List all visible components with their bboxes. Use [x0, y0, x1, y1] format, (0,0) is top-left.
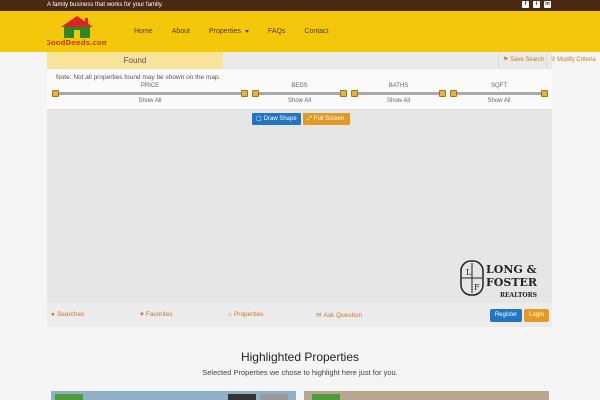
- user-icon: ●: [51, 311, 55, 318]
- baths-filter: BATHS Show All: [350, 83, 447, 105]
- nav-contact-label: Contact: [304, 28, 329, 35]
- favorites-label: Favorites: [145, 311, 173, 318]
- found-count: Found: [47, 52, 223, 69]
- nav-about[interactable]: About: [172, 28, 190, 35]
- property-status-badge: [312, 394, 340, 400]
- highlighted-subtitle: Selected Properties we chose to highligh…: [202, 368, 398, 377]
- facebook-icon[interactable]: f: [522, 1, 529, 8]
- sqft-value: Show All: [487, 98, 511, 104]
- heart-icon: ♥: [140, 311, 144, 318]
- chat-icon: ✉: [316, 312, 322, 319]
- gooddeeds-logo[interactable]: GoodDeeds.com: [47, 14, 107, 48]
- searches-link[interactable]: ● Searches: [51, 311, 84, 318]
- register-button[interactable]: Register: [490, 309, 522, 322]
- social-links: f t in: [522, 1, 551, 8]
- price-filter: PRICE Show All: [51, 83, 249, 105]
- linkedin-icon[interactable]: in: [544, 1, 551, 8]
- beds-max-handle[interactable]: [340, 90, 347, 97]
- ask-question-link[interactable]: ✉ Ask Question: [316, 311, 363, 320]
- nav-menu: Home About Properties FAQs Contact: [134, 28, 348, 35]
- property-card[interactable]: [51, 391, 296, 400]
- nav-contact[interactable]: Contact: [304, 28, 328, 35]
- price-label: PRICE: [140, 83, 160, 89]
- action-bar: ● Searches ♥ Favorites ⌂ Properties ✉ As…: [47, 303, 552, 327]
- price-min-handle[interactable]: [52, 90, 59, 97]
- sqft-label: SQFT: [491, 83, 507, 89]
- nav-faqs[interactable]: FAQs: [268, 28, 286, 35]
- sqft-slider-track[interactable]: [453, 92, 545, 95]
- nav-home-label: Home: [134, 28, 153, 35]
- property-status-badge: [55, 394, 83, 400]
- lf-line2: FOSTER: [486, 276, 538, 289]
- chevron-down-icon: [244, 30, 249, 33]
- top-bar: A family business that works for your fa…: [0, 0, 600, 11]
- nav-properties-label: Properties: [208, 28, 241, 35]
- price-max-handle[interactable]: [241, 90, 248, 97]
- main-navbar: GoodDeeds.com Home About Properties FAQs…: [0, 11, 600, 52]
- filter-panel: Note: Not all properties found may be sh…: [47, 70, 552, 109]
- twitter-icon[interactable]: t: [533, 1, 540, 8]
- property-card[interactable]: [304, 391, 549, 400]
- lf-initials: L: [466, 268, 472, 277]
- ask-question-label: Ask Question: [323, 311, 363, 319]
- baths-value: Show All: [386, 98, 410, 104]
- sqft-min-handle[interactable]: [450, 90, 457, 97]
- nav-about-label: About: [171, 28, 190, 35]
- sqft-max-handle[interactable]: [541, 90, 548, 97]
- beds-min-handle[interactable]: [252, 90, 259, 97]
- full-screen-label: Full Screen: [313, 116, 345, 122]
- property-type-badge: [260, 394, 288, 400]
- beds-filter: BEDS Show All: [251, 83, 348, 105]
- map-canvas[interactable]: ▢ Draw Shape ⤢ Full Screen L F LONG & FO…: [47, 109, 552, 303]
- map-note: Note: Not all properties found may be sh…: [56, 74, 221, 81]
- tagline: A family business that works for your fa…: [47, 2, 163, 8]
- properties-link[interactable]: ⌂ Properties: [228, 311, 264, 318]
- favorites-link[interactable]: ♥ Favorites: [140, 311, 173, 318]
- draw-shape-label: Draw Shape: [263, 116, 297, 122]
- baths-slider-track[interactable]: [354, 92, 443, 95]
- sqft-filter: SQFT Show All: [449, 83, 549, 105]
- beds-slider-track[interactable]: [255, 92, 344, 95]
- baths-max-handle[interactable]: [439, 90, 446, 97]
- searches-label: Searches: [56, 311, 85, 318]
- draw-shape-button[interactable]: ▢ Draw Shape: [252, 113, 301, 125]
- beds-label: BEDS: [291, 83, 308, 89]
- search-icon: ⚲: [551, 57, 556, 63]
- long-foster-logo: L F LONG & FOSTER REALTORS: [460, 260, 538, 299]
- full-screen-button[interactable]: ⤢ Full Screen: [303, 113, 350, 125]
- baths-label: BATHS: [388, 83, 409, 89]
- modify-criteria-button[interactable]: ⚲ Modify Criteria: [546, 52, 600, 69]
- save-search-label: Save Search: [510, 57, 545, 63]
- modify-criteria-label: Modify Criteria: [557, 57, 596, 63]
- logo-text: GoodDeeds.com: [47, 39, 107, 47]
- login-button[interactable]: Login: [524, 309, 549, 322]
- properties-label: Properties: [233, 311, 264, 318]
- lf-initial-f: F: [474, 283, 480, 292]
- bell-icon: ⚑: [503, 57, 509, 63]
- draw-shape-icon: ▢: [256, 116, 262, 122]
- nav-properties[interactable]: Properties: [209, 28, 249, 35]
- property-price-badge: [228, 394, 256, 400]
- beds-value: Show All: [287, 98, 311, 104]
- price-value: Show All: [138, 98, 162, 104]
- expand-icon: ⤢: [307, 116, 312, 122]
- nav-faqs-label: FAQs: [267, 28, 286, 35]
- lf-line3: REALTORS: [500, 292, 537, 299]
- baths-min-handle[interactable]: [351, 90, 358, 97]
- lf-line1: LONG &: [486, 263, 537, 276]
- price-slider-track[interactable]: [55, 92, 245, 95]
- highlighted-title: Highlighted Properties: [240, 350, 360, 364]
- results-header: Found ⚑ Save Search ⚲ Modify Criteria: [47, 52, 596, 69]
- home-icon: ⌂: [228, 311, 232, 318]
- save-search-button[interactable]: ⚑ Save Search: [498, 52, 545, 69]
- nav-home[interactable]: Home: [134, 28, 153, 35]
- map-controls: ▢ Draw Shape ⤢ Full Screen: [252, 113, 350, 125]
